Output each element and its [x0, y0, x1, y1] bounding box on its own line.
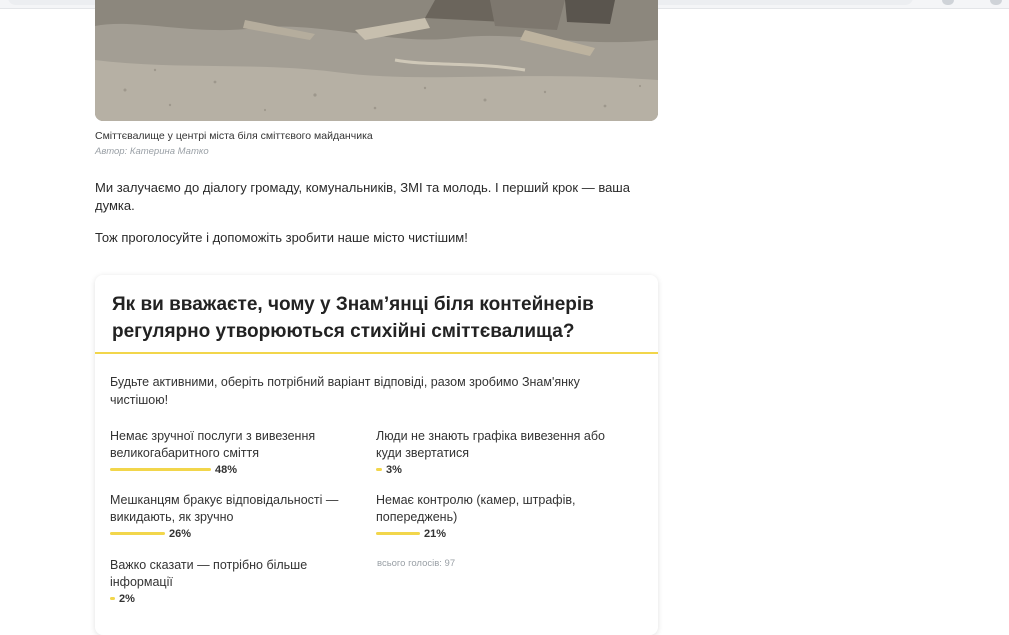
- poll-option-label: Мешканцям бракує відповідальності — вики…: [110, 493, 339, 524]
- article-paragraph: Тож проголосуйте і допоможіть зробити на…: [95, 230, 468, 245]
- photo-caption: Сміттєвалище у центрі міста біля сміттєв…: [95, 130, 373, 142]
- browser-profile-icon[interactable]: [990, 0, 1002, 5]
- poll-option-percent: 2%: [119, 593, 135, 605]
- photo-credit: Автор: Катерина Матко: [95, 146, 209, 157]
- photo-rubble-illustration: [95, 0, 658, 121]
- poll-option-result: 3%: [376, 463, 626, 477]
- poll-option[interactable]: Важко сказати — потрібно більше інформац…: [110, 557, 360, 606]
- poll-option-result: 26%: [110, 527, 360, 541]
- poll-option-label: Немає контролю (камер, штрафів, попередж…: [376, 493, 576, 524]
- poll-question: Як ви вважаєте, чому у Знам’янці біля ко…: [112, 294, 594, 342]
- poll-option-percent: 48%: [215, 464, 238, 476]
- poll-option-result: 48%: [110, 463, 360, 477]
- poll-option-bar: [110, 468, 211, 471]
- poll-total-votes: всього голосів: 97: [377, 558, 456, 569]
- poll-option-percent: 26%: [169, 528, 192, 540]
- poll-option-label: Важко сказати — потрібно більше інформац…: [110, 558, 308, 589]
- article-photo: [95, 0, 658, 121]
- poll-option-bar: [110, 597, 115, 600]
- poll-description: Будьте активними, оберіть потрібний варі…: [110, 375, 580, 407]
- article-paragraph: Ми залучаємо до діалогу громаду, комунал…: [95, 180, 630, 213]
- poll-card: Як ви вважаєте, чому у Знам’янці біля ко…: [95, 275, 658, 635]
- poll-option-result: 2%: [110, 592, 360, 606]
- poll-option-bar: [376, 468, 382, 471]
- poll-option-bar: [376, 532, 420, 535]
- poll-option-result: 21%: [376, 527, 626, 541]
- poll-option[interactable]: Немає зручної послуги з вивезення велико…: [110, 428, 360, 477]
- poll-option-percent: 3%: [386, 464, 402, 476]
- browser-toolbar-icon[interactable]: [942, 0, 954, 5]
- poll-option[interactable]: Немає контролю (камер, штрафів, попередж…: [376, 492, 626, 541]
- poll-option[interactable]: Люди не знають графіка вивезення або куд…: [376, 428, 626, 477]
- poll-option-label: Люди не знають графіка вивезення або куд…: [376, 429, 605, 460]
- poll-option-label: Немає зручної послуги з вивезення велико…: [110, 429, 316, 460]
- poll-option-percent: 21%: [424, 528, 447, 540]
- poll-divider: [95, 352, 658, 354]
- poll-option-bar: [110, 532, 165, 535]
- poll-option[interactable]: Мешканцям бракує відповідальності — вики…: [110, 492, 360, 541]
